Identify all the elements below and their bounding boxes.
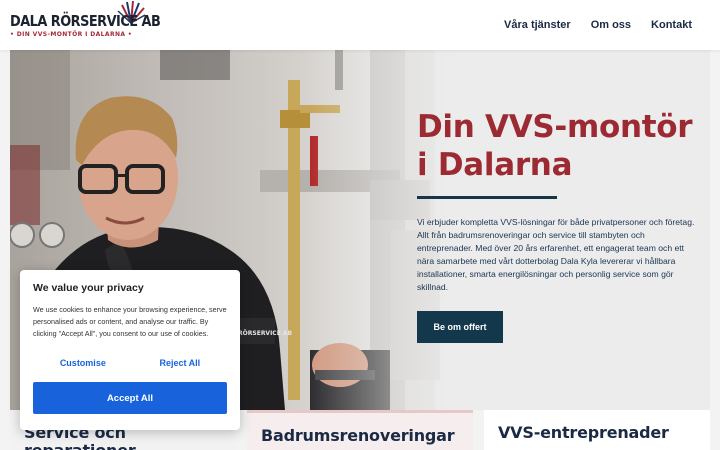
reject-all-button[interactable]: Reject All [151, 356, 208, 370]
customise-button[interactable]: Customise [52, 356, 114, 370]
nav-link-services[interactable]: Våra tjänster [504, 19, 571, 31]
cookie-title: We value your privacy [33, 282, 144, 294]
cookie-description: We use cookies to enhance your browsing … [33, 305, 227, 338]
site-header: DALA RÖRSERVICE AB • DIN VVS-MONTÖR I DA… [0, 0, 720, 50]
service-card-title: Badrumsrenoveringar [261, 426, 455, 445]
hero-divider [417, 196, 557, 199]
accept-all-button[interactable]: Accept All [33, 382, 227, 414]
service-card-contracting[interactable]: VVS-entreprenader [484, 410, 710, 450]
service-card-bathroom[interactable]: Badrumsrenoveringar [247, 410, 473, 450]
request-quote-button[interactable]: Be om offert [417, 311, 503, 343]
service-card-title: VVS-entreprenader [498, 423, 669, 442]
hero-title: Din VVS-montör i Dalarna [417, 109, 693, 183]
nav-link-about[interactable]: Om oss [591, 19, 631, 31]
cookie-consent-dialog: We value your privacy We use cookies to … [20, 270, 240, 430]
page: DALA RÖRSERVICE AB • DIN VVS-MONTÖR I DA… [0, 0, 720, 450]
nav-link-contact[interactable]: Kontakt [651, 19, 692, 31]
cookie-secondary-actions: Customise Reject All [33, 356, 227, 370]
main-nav: Våra tjänster Om oss Kontakt [504, 19, 710, 31]
hero-description: Vi erbjuder kompletta VVS-lösningar för … [417, 217, 695, 292]
logo-name: DALA RÖRSERVICE AB [10, 11, 161, 30]
logo-tagline: • DIN VVS-MONTÖR I DALARNA • [10, 30, 133, 38]
logo[interactable]: DALA RÖRSERVICE AB • DIN VVS-MONTÖR I DA… [10, 0, 161, 38]
